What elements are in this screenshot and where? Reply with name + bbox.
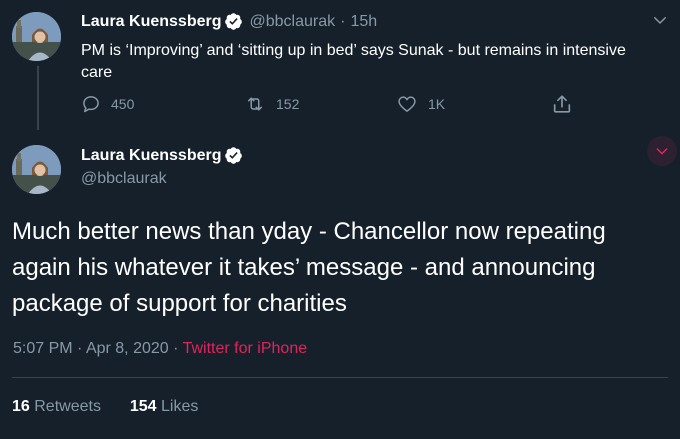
share-action[interactable] <box>551 93 583 115</box>
like-action[interactable]: 1K <box>396 94 445 114</box>
retweet-count: 152 <box>276 96 300 112</box>
verified-badge-icon <box>224 146 243 165</box>
tweet-age[interactable]: 15h <box>350 13 377 31</box>
reply-icon <box>83 96 99 113</box>
avatar[interactable] <box>12 145 61 194</box>
reply-count: 450 <box>111 96 135 112</box>
avatar[interactable] <box>12 12 61 61</box>
author-name[interactable]: Laura Kuenssberg <box>81 13 221 31</box>
author-handle[interactable]: @bbclaurak <box>249 13 335 31</box>
meta-separator: · <box>77 340 83 357</box>
divider <box>12 377 668 378</box>
tweet-time[interactable]: 5:07 PM <box>13 340 73 357</box>
like-count: 1K <box>428 96 446 112</box>
chevron-down-icon[interactable] <box>651 11 669 34</box>
reply-tweet-text: PM is ‘Improving’ and ‘sitting up in bed… <box>81 42 626 81</box>
reply-tweet-header: Laura Kuenssberg @bbclaurak · 15h <box>81 12 377 31</box>
reply-action[interactable]: 450 <box>81 94 134 114</box>
meta-separator: · <box>173 340 179 357</box>
tweet-meta: 5:07 PM · Apr 8, 2020 · Twitter for iPho… <box>13 340 307 358</box>
retweet-icon <box>248 97 262 111</box>
verified-badge-icon <box>224 12 243 31</box>
share-icon <box>553 95 571 113</box>
tweet-source-link[interactable]: Twitter for iPhone <box>183 340 308 357</box>
like-icon <box>398 96 416 112</box>
engagement-stats: 16 Retweets 154 Likes <box>12 398 198 416</box>
main-tweet-text: Much better news than yday - Chancellor … <box>12 218 606 317</box>
likes-stat[interactable]: 154 Likes <box>130 398 199 415</box>
thread-connector-line <box>37 66 39 130</box>
author-handle[interactable]: @bbclaurak <box>81 170 167 188</box>
retweets-stat[interactable]: 16 Retweets <box>12 398 101 415</box>
author-name[interactable]: Laura Kuenssberg <box>81 147 221 165</box>
tweet-date[interactable]: Apr 8, 2020 <box>86 340 169 357</box>
meta-separator: · <box>340 12 346 30</box>
main-tweet-header: Laura Kuenssberg <box>81 146 243 165</box>
chevron-down-icon[interactable] <box>647 136 677 166</box>
retweet-action[interactable]: 152 <box>244 94 299 114</box>
